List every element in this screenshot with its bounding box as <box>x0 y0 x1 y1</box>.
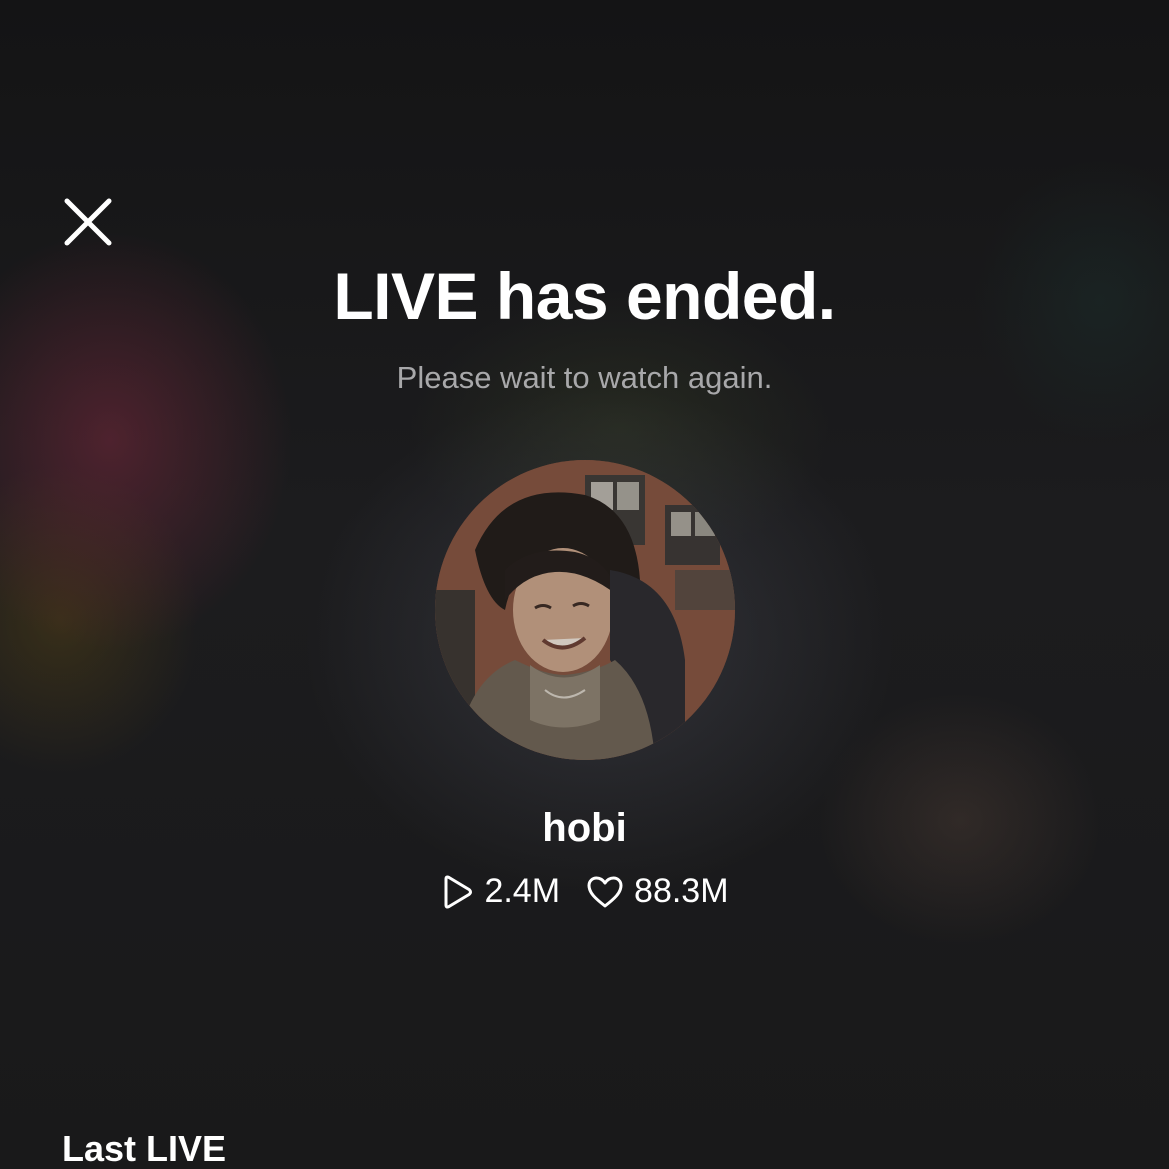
last-live-heading: Last LIVE <box>62 1128 227 1169</box>
live-ended-title: LIVE has ended. <box>333 259 836 333</box>
live-ended-screen: LIVE has ended. Please wait to watch aga… <box>0 0 1169 1169</box>
live-ended-subtitle: Please wait to watch again. <box>396 360 773 395</box>
avatar-photo <box>435 460 735 760</box>
avatar[interactable] <box>435 460 735 760</box>
play-icon <box>444 875 473 908</box>
username: hobi <box>542 806 627 850</box>
close-button[interactable] <box>58 192 118 252</box>
likes-stat: 88.3M <box>586 872 729 911</box>
live-stats: 2.4M 88.3M <box>0 872 1169 911</box>
heart-icon <box>587 876 623 907</box>
views-stat: 2.4M <box>440 872 560 911</box>
views-count: 2.4M <box>484 872 561 910</box>
likes-count: 88.3M <box>634 872 729 910</box>
close-icon <box>64 198 112 246</box>
